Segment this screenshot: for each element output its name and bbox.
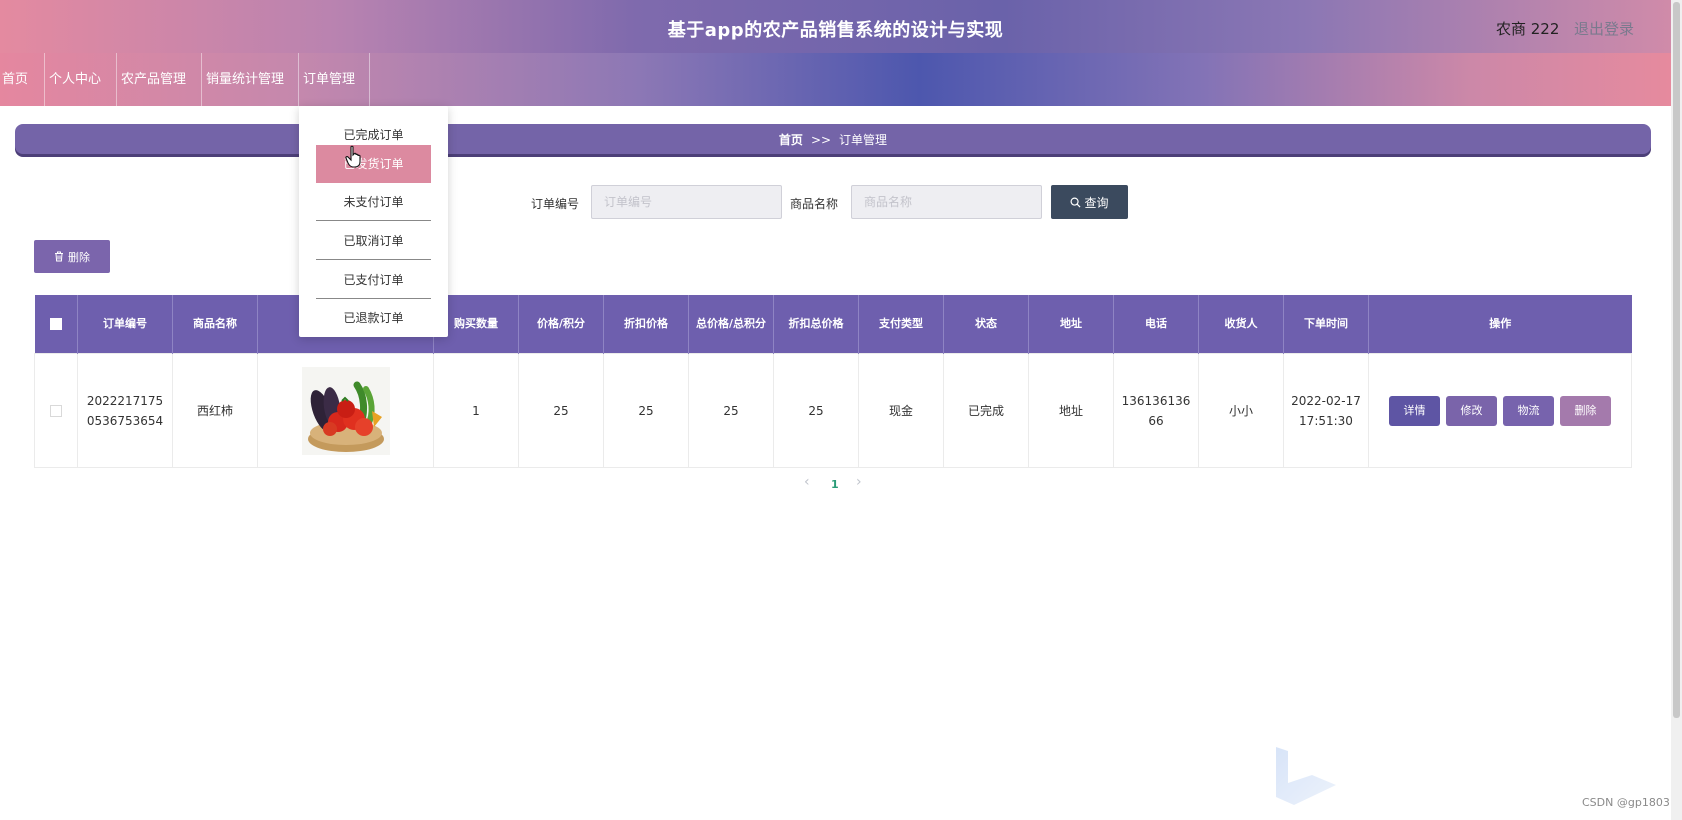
breadcrumb-text: 首页 >> 订单管理 [15,131,1651,148]
column-header: 总价格/总积分 [688,295,774,354]
cell-total-price: 25 [688,353,774,468]
column-header: 订单编号 [77,295,173,354]
search-icon [1070,197,1081,208]
batch-delete-button[interactable]: 删除 [34,240,110,273]
column-header: 状态 [943,295,1029,354]
product-image [301,366,390,455]
current-user: 农商 222 [1496,20,1560,38]
cell-discount-total: 25 [773,353,859,468]
nav-item-home[interactable]: 首页 [0,53,45,106]
page-number-1[interactable]: 1 [831,478,839,491]
search-button[interactable]: 查询 [1051,185,1128,219]
trash-icon [55,251,63,261]
order-no-label: 订单编号 [531,197,580,211]
row-checkbox[interactable] [50,405,62,417]
next-page-button[interactable]: › [856,474,862,490]
nav-item-label: 农产品管理 [121,72,187,87]
column-header: 电话 [1113,295,1199,354]
column-header: 操作 [1368,295,1632,354]
nav-item-label: 销量统计管理 [206,72,285,87]
logistics-button[interactable]: 物流 [1503,395,1554,426]
column-header: 折扣总价格 [773,295,859,354]
product-name-label: 商品名称 [790,197,839,211]
hand-pointer-icon [345,145,361,168]
scrollbar-thumb[interactable] [1673,2,1680,718]
order-no-input[interactable] [591,185,782,219]
watermark-logo [1276,747,1336,805]
edit-button[interactable]: 修改 [1446,395,1497,426]
app-title: 基于app的农产品销售系统的设计与实现 [667,20,1004,41]
column-header: 收货人 [1198,295,1284,354]
cell-address: 地址 [1028,353,1114,468]
cell-order-time: 2022-02-17 17:51:30 [1283,353,1369,468]
nav-item-sales-statistics[interactable]: 销量统计管理 [202,53,298,135]
column-header: 价格/积分 [518,295,604,354]
select-all-checkbox[interactable] [49,318,62,330]
main-nav: 首页 个人中心 农产品管理 销量统计管理 订单管理 [0,53,1671,135]
detail-button[interactable]: 详情 [1389,395,1440,426]
cell-pay-type: 现金 [858,353,944,468]
nav-item-personal-center[interactable]: 个人中心 [45,53,116,135]
top-header: 基于app的农产品销售系统的设计与实现 农商 222 退出登录 [0,0,1671,53]
search-button-label: 查询 [1084,195,1109,210]
table-header-row: 订单编号 商品名称 购买数量 价格/积分 折扣价格 总价格/总积分 折扣总价格 … [34,295,1632,354]
watermark-text: CSDN @gp1803 [1582,796,1670,809]
column-header: 折扣价格 [603,295,689,354]
nav-divider [369,53,370,106]
breadcrumb-separator: >> [810,133,832,147]
breadcrumb-home[interactable]: 首页 [779,133,803,147]
column-header: 下单时间 [1283,295,1369,354]
column-header: 商品名称 [172,295,258,354]
dropdown-item-refunded-orders[interactable]: 已退款订单 [316,299,431,337]
table-row: 20222171750536753654 西红柿 1 25 25 25 25 现… [34,353,1632,468]
cell-product-name: 西红柿 [172,353,258,468]
dropdown-item-unpaid-orders[interactable]: 未支付订单 [316,183,431,221]
cell-status: 已完成 [943,353,1029,468]
breadcrumb-current: 订单管理 [839,133,888,147]
nav-item-product-management[interactable]: 农产品管理 [117,53,201,135]
cell-discount-price: 25 [603,353,689,468]
nav-item-label: 个人中心 [49,72,102,87]
prev-page-button[interactable]: ‹ [804,474,810,490]
nav-item-label: 首页 [2,72,29,87]
order-management-dropdown: 已完成订单 已发货订单 未支付订单 已取消订单 已支付订单 已退款订单 [299,106,448,337]
cell-order-no: 20222171750536753654 [77,353,173,468]
dropdown-item-shipped-orders[interactable]: 已发货订单 [316,145,431,183]
cell-receiver: 小小 [1198,353,1284,468]
row-select-cell [34,353,78,468]
cell-price: 25 [518,353,604,468]
delete-row-button[interactable]: 删除 [1560,395,1611,426]
product-name-input[interactable] [851,185,1042,219]
cell-actions: 详情 修改 物流 删除 [1368,353,1632,468]
orders-table: 订单编号 商品名称 购买数量 价格/积分 折扣价格 总价格/总积分 折扣总价格 … [34,295,1632,468]
breadcrumb: 首页 >> 订单管理 [15,124,1651,154]
logout-link[interactable]: 退出登录 [1574,18,1634,39]
batch-delete-label: 删除 [68,250,90,264]
column-header: 地址 [1028,295,1114,354]
cell-product-image [257,353,434,468]
nav-item-label: 订单管理 [303,72,356,87]
select-all-cell [34,295,78,354]
cell-phone: 13613613666 [1113,353,1199,468]
nav-item-order-management[interactable]: 订单管理 [299,53,369,135]
dropdown-item-paid-orders[interactable]: 已支付订单 [316,261,431,299]
cell-quantity: 1 [433,353,519,468]
dropdown-item-cancelled-orders[interactable]: 已取消订单 [316,222,431,260]
column-header: 支付类型 [858,295,944,354]
